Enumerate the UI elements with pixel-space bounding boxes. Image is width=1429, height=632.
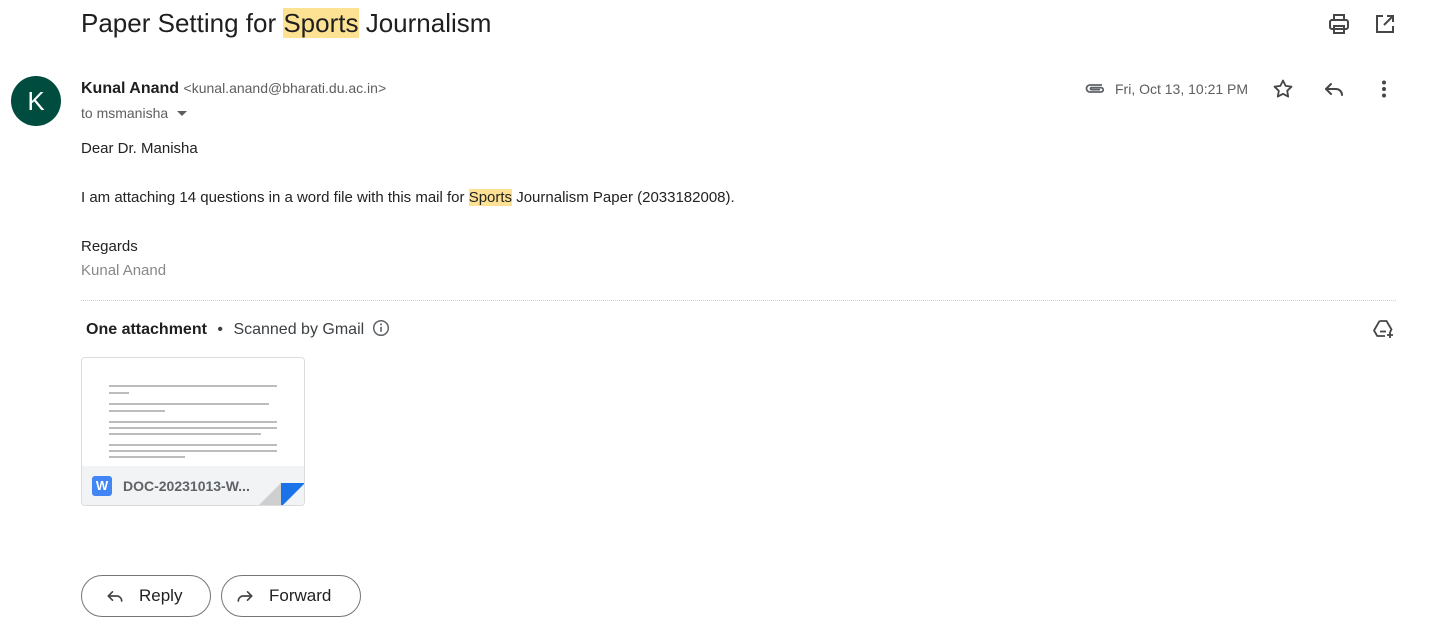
attachments-header: One attachment • Scanned by Gmail: [86, 319, 390, 341]
sender-name[interactable]: Kunal Anand: [81, 80, 179, 97]
reply-button[interactable]: Reply: [81, 575, 211, 617]
info-icon[interactable]: [372, 319, 390, 337]
doc-type-corner: [281, 483, 304, 505]
body-text-start: I am attaching 14 questions in a word fi…: [81, 189, 469, 206]
subject-highlight: Sports: [283, 8, 359, 38]
scan-label: Scanned by Gmail: [233, 321, 365, 338]
sender-line: Kunal Anand <kunal.anand@bharati.du.ac.i…: [81, 77, 386, 100]
recipients-line[interactable]: to msmanisha: [81, 103, 190, 123]
forward-button[interactable]: Forward: [221, 575, 361, 617]
forward-label: Forward: [269, 586, 332, 605]
subject-text-end: Journalism: [358, 8, 492, 38]
avatar[interactable]: K: [11, 76, 61, 126]
body-text-end: Journalism Paper (2033182008).: [512, 189, 735, 206]
subject-text-start: Paper Setting for: [81, 8, 284, 38]
divider: [81, 300, 1396, 301]
separator-dot: •: [217, 321, 223, 338]
email-date: Fri, Oct 13, 10:21 PM: [1115, 81, 1249, 97]
word-icon: W: [92, 476, 112, 496]
email-subject: Paper Setting for Sports Journalism: [81, 6, 491, 40]
sender-email: <kunal.anand@bharati.du.ac.in>: [183, 80, 387, 96]
paperclip-icon: [1083, 79, 1107, 99]
more-vert-icon[interactable]: [1372, 77, 1396, 101]
print-icon[interactable]: [1327, 12, 1351, 36]
open-in-new-icon[interactable]: [1373, 12, 1397, 36]
email-greeting: Dear Dr. Manisha: [81, 140, 198, 157]
reply-icon[interactable]: [1322, 77, 1346, 101]
email-signature: Kunal Anand: [81, 262, 167, 279]
attachment-file-name: DOC-20231013-W...: [123, 478, 250, 494]
forward-icon: [237, 591, 253, 602]
reply-icon: [107, 591, 123, 602]
attachment-count: One attachment: [86, 321, 207, 338]
star-icon[interactable]: [1271, 77, 1295, 101]
email-body-line: I am attaching 14 questions in a word fi…: [81, 188, 735, 208]
reply-label: Reply: [139, 586, 183, 605]
add-to-drive-icon[interactable]: [1371, 317, 1395, 341]
recipients-text: to msmanisha: [81, 105, 169, 121]
attachment-card[interactable]: W DOC-20231013-W...: [81, 357, 305, 506]
page-fold-corner: [257, 483, 281, 505]
email-closing: Regards: [81, 238, 138, 255]
document-preview: [82, 358, 304, 466]
chevron-down-icon[interactable]: [174, 105, 190, 121]
body-highlight: Sports: [468, 189, 513, 206]
